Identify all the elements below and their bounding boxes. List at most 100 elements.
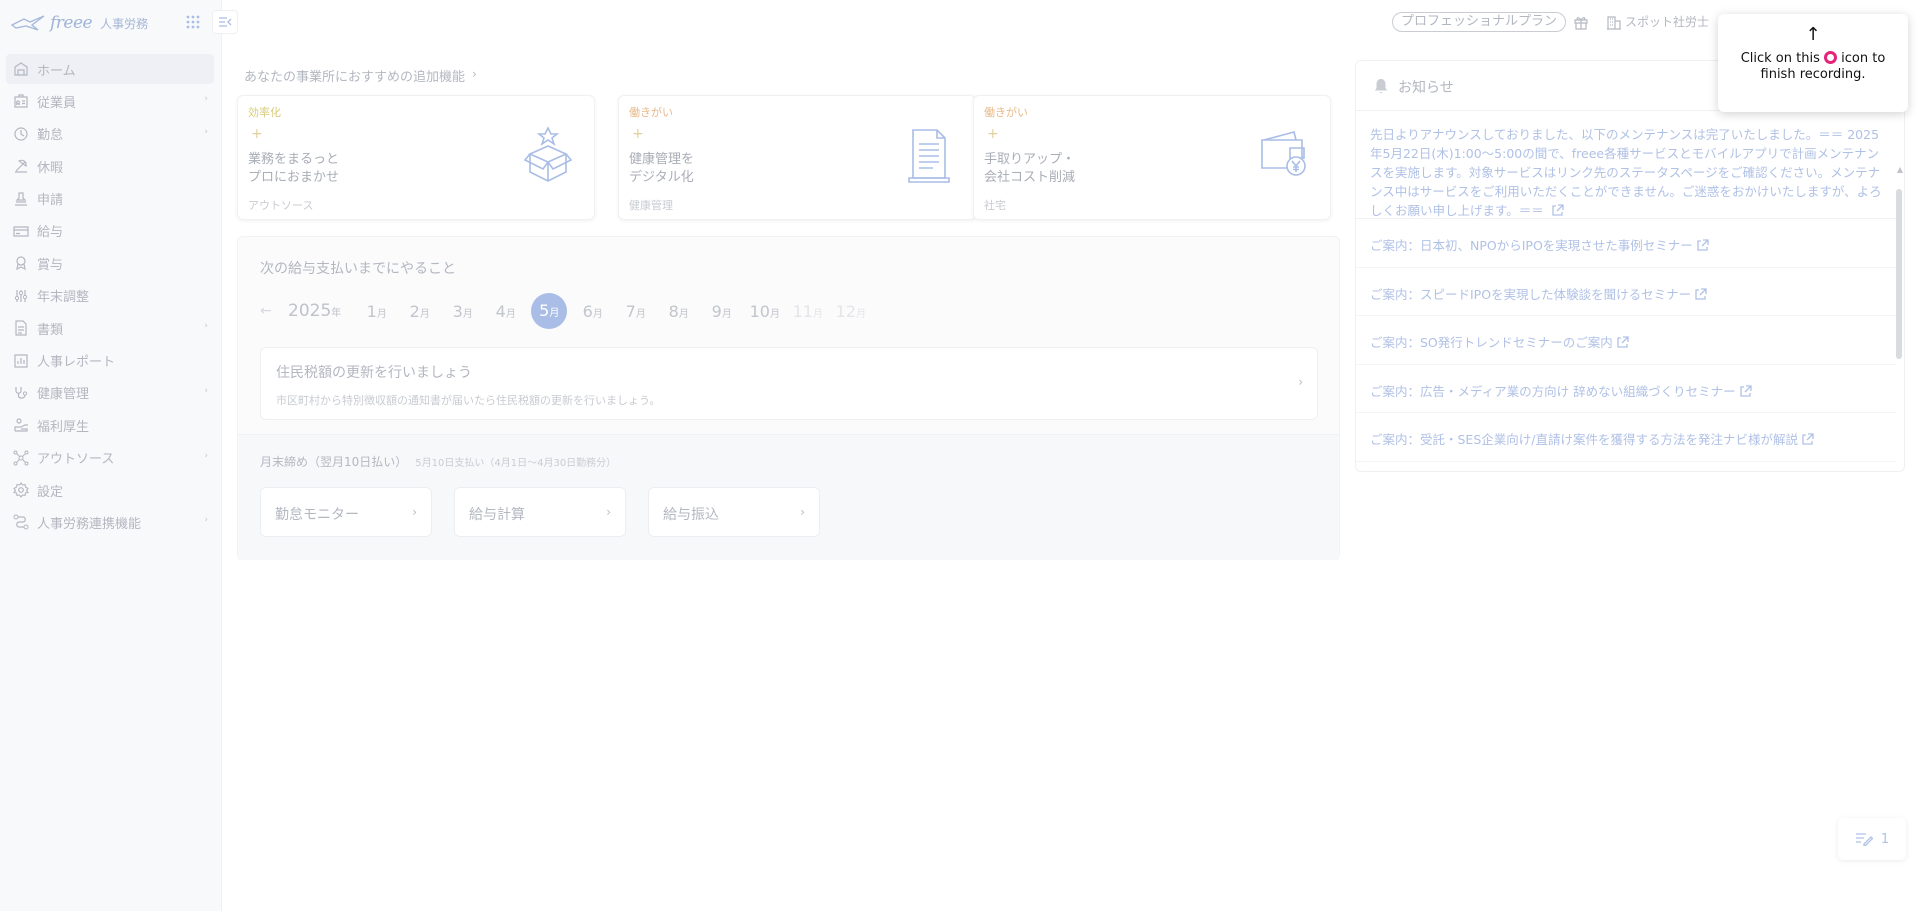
- chevron-right-icon: ›: [412, 505, 417, 519]
- network-icon: [13, 450, 29, 466]
- stamp-icon: [13, 191, 29, 207]
- card-headline: 健康管理を デジタル化: [629, 152, 695, 185]
- month-selector: ← 2025年 1月 2月 3月 4月 5月 6月 7月 8月 9月 10月 11月 12月: [260, 293, 872, 329]
- year-label: 2025年: [288, 301, 342, 321]
- sidebar-item-6[interactable]: 賞与: [6, 248, 214, 278]
- month-11: 11月: [792, 301, 823, 321]
- scroll-up-icon[interactable]: ▲: [1897, 165, 1903, 174]
- external-link-icon: [1695, 287, 1707, 300]
- sidebar-item-label: ホーム: [37, 63, 76, 79]
- chevron-right-icon: ›: [204, 126, 208, 137]
- benefit-icon: [13, 417, 29, 433]
- month-1[interactable]: 1月: [355, 302, 398, 321]
- sidebar-item-7[interactable]: 年末調整: [6, 281, 214, 311]
- sidebar-item-label: 人事労務連携機能: [37, 516, 142, 532]
- task-list-widget[interactable]: 1: [1838, 818, 1906, 860]
- notice-title: お知らせ: [1398, 80, 1454, 96]
- sidebar-item-3[interactable]: 休暇: [6, 151, 214, 181]
- sidebar-item-0[interactable]: ホーム: [6, 54, 214, 84]
- employee-icon: [13, 93, 29, 109]
- app-grid-icon[interactable]: [186, 15, 200, 29]
- recording-tooltip: ↑ Click on this icon to finish recording…: [1718, 14, 1908, 112]
- chevron-right-icon: ›: [1298, 375, 1303, 389]
- recommend-card-outsource[interactable]: 効率化 + 業務をまるっと プロにおまかせ アウトソース: [237, 95, 595, 220]
- month-8[interactable]: 8月: [657, 302, 700, 321]
- sidebar-item-1[interactable]: 従業員 ›: [6, 86, 214, 116]
- step-button-payroll-calc[interactable]: 給与計算 ›: [454, 487, 626, 537]
- month-7[interactable]: 7月: [614, 302, 657, 321]
- chevron-right-icon: ›: [204, 450, 208, 461]
- notice-item[interactable]: ご案内：SO発行トレンドセミナーのご案内: [1356, 316, 1896, 365]
- notice-item-text: ご案内：受託・SES企業向け/直請け案件を獲得する方法を発注ナビ様が解説: [1370, 432, 1798, 447]
- office-icon: [1607, 16, 1621, 30]
- prev-arrow-icon[interactable]: ←: [260, 303, 288, 319]
- widget-count: 1: [1880, 831, 1890, 847]
- step-button-attendance-monitor[interactable]: 勤怠モニター ›: [260, 487, 432, 537]
- record-icon: [1824, 51, 1837, 64]
- notice-item[interactable]: ご案内：広告・メディア業の方向け 辞めない組織づくりセミナー: [1356, 365, 1896, 413]
- plus-icon: +: [987, 126, 999, 142]
- month-3[interactable]: 3月: [441, 302, 484, 321]
- notice-item[interactable]: ご案内：受託・SES企業向け/直請け案件を獲得する方法を発注ナビ様が解説: [1356, 413, 1896, 462]
- sidebar-item-14[interactable]: 人事労務連携機能 ›: [6, 507, 214, 537]
- external-link-icon: [1697, 239, 1709, 251]
- month-4[interactable]: 4月: [484, 302, 527, 321]
- sidebar-item-10[interactable]: 健康管理 ›: [6, 378, 214, 408]
- sidebar-item-label: 賞与: [37, 257, 64, 273]
- organization-name[interactable]: スポット社労士: [1625, 13, 1709, 30]
- sidebar-item-9[interactable]: 人事レポート: [6, 346, 214, 376]
- gift-icon[interactable]: [1573, 14, 1589, 30]
- collapse-icon: [219, 17, 232, 27]
- sidebar-item-label: 年末調整: [37, 290, 90, 306]
- sidebar-item-5[interactable]: 給与: [6, 216, 214, 246]
- recommend-chevron-icon[interactable]: ›: [472, 67, 477, 81]
- month-9[interactable]: 9月: [700, 302, 743, 321]
- sidebar-item-4[interactable]: 申請: [6, 184, 214, 214]
- card-headline: 業務をまるっと プロにおまかせ: [248, 152, 340, 185]
- card-icon: [13, 223, 29, 239]
- scroll-thumb[interactable]: [1896, 189, 1902, 359]
- recommend-card-housing[interactable]: 働きがい + 手取りアップ・ 会社コスト削減 社宅: [973, 95, 1331, 220]
- external-link-icon: [1739, 384, 1752, 397]
- notice-maintenance[interactable]: 先日よりアナウンスしておりました、以下のメンテナンスは完了いたしました。＝＝ 2…: [1356, 113, 1896, 219]
- notice-item[interactable]: ご案内：スピードIPOを実現した体験談を聞けるセミナー: [1356, 268, 1896, 316]
- notice-item[interactable]: ご案内：日本初、NPOからIPOを実現させた事例セミナー: [1356, 219, 1896, 268]
- sidebar-item-2[interactable]: 勤怠 ›: [6, 119, 214, 149]
- task-description: 市区町村から特別徴収額の通知書が届いたら住民税額の更新を行いましょう。: [276, 394, 661, 407]
- todo-title: 次の給与支払いまでにやること: [260, 261, 456, 277]
- sidebar-item-label: 休暇: [37, 160, 64, 176]
- sidebar-item-12[interactable]: アウトソース ›: [6, 443, 214, 473]
- month-6[interactable]: 6月: [571, 302, 614, 321]
- box-icon: [524, 126, 572, 182]
- notice-item-text: ご案内：日本初、NPOからIPOを実現させた事例セミナー: [1370, 238, 1693, 253]
- sidebar-item-11[interactable]: 福利厚生: [6, 410, 214, 440]
- chevron-right-icon: ›: [204, 94, 208, 105]
- chevron-right-icon: ›: [204, 321, 208, 332]
- plan-badge[interactable]: プロフェッショナルプラン: [1392, 12, 1567, 32]
- card-tag: 働きがい: [984, 106, 1028, 119]
- sidebar-item-8[interactable]: 書類 ›: [6, 313, 214, 343]
- notice-scrollbar[interactable]: ▲ ▼: [1894, 113, 1904, 471]
- freee-bird-icon: [10, 15, 45, 31]
- vacation-icon: [13, 158, 29, 174]
- logo[interactable]: freee 人事労務: [10, 10, 148, 36]
- recommend-title[interactable]: あなたの事業所におすすめの追加機能: [244, 66, 465, 85]
- month-5[interactable]: 5月: [531, 293, 568, 329]
- sidebar-collapse-button[interactable]: [212, 10, 238, 34]
- sidebar-item-label: 申請: [37, 193, 64, 209]
- sidebar-item-label: 給与: [37, 225, 64, 241]
- adjust-icon: [13, 288, 29, 304]
- task-card-resident-tax[interactable]: 住民税額の更新を行いましょう 市区町村から特別徴収額の通知書が届いたら住民税額の…: [260, 347, 1318, 420]
- stethoscope-icon: [13, 385, 29, 401]
- recommend-card-health[interactable]: 働きがい + 健康管理を デジタル化 健康管理: [618, 95, 976, 220]
- bonus-icon: [13, 255, 29, 271]
- card-category: 健康管理: [629, 199, 673, 212]
- sidebar-item-13[interactable]: 設定: [6, 475, 214, 505]
- month-2[interactable]: 2月: [398, 302, 441, 321]
- sidebar-item-label: アウトソース: [37, 452, 115, 468]
- step-label: 給与振込: [663, 507, 719, 523]
- step-button-payroll-transfer[interactable]: 給与振込 ›: [648, 487, 820, 537]
- clipboard-icon: [908, 129, 950, 183]
- chevron-right-icon: ›: [800, 505, 805, 519]
- month-10[interactable]: 10月: [743, 302, 786, 321]
